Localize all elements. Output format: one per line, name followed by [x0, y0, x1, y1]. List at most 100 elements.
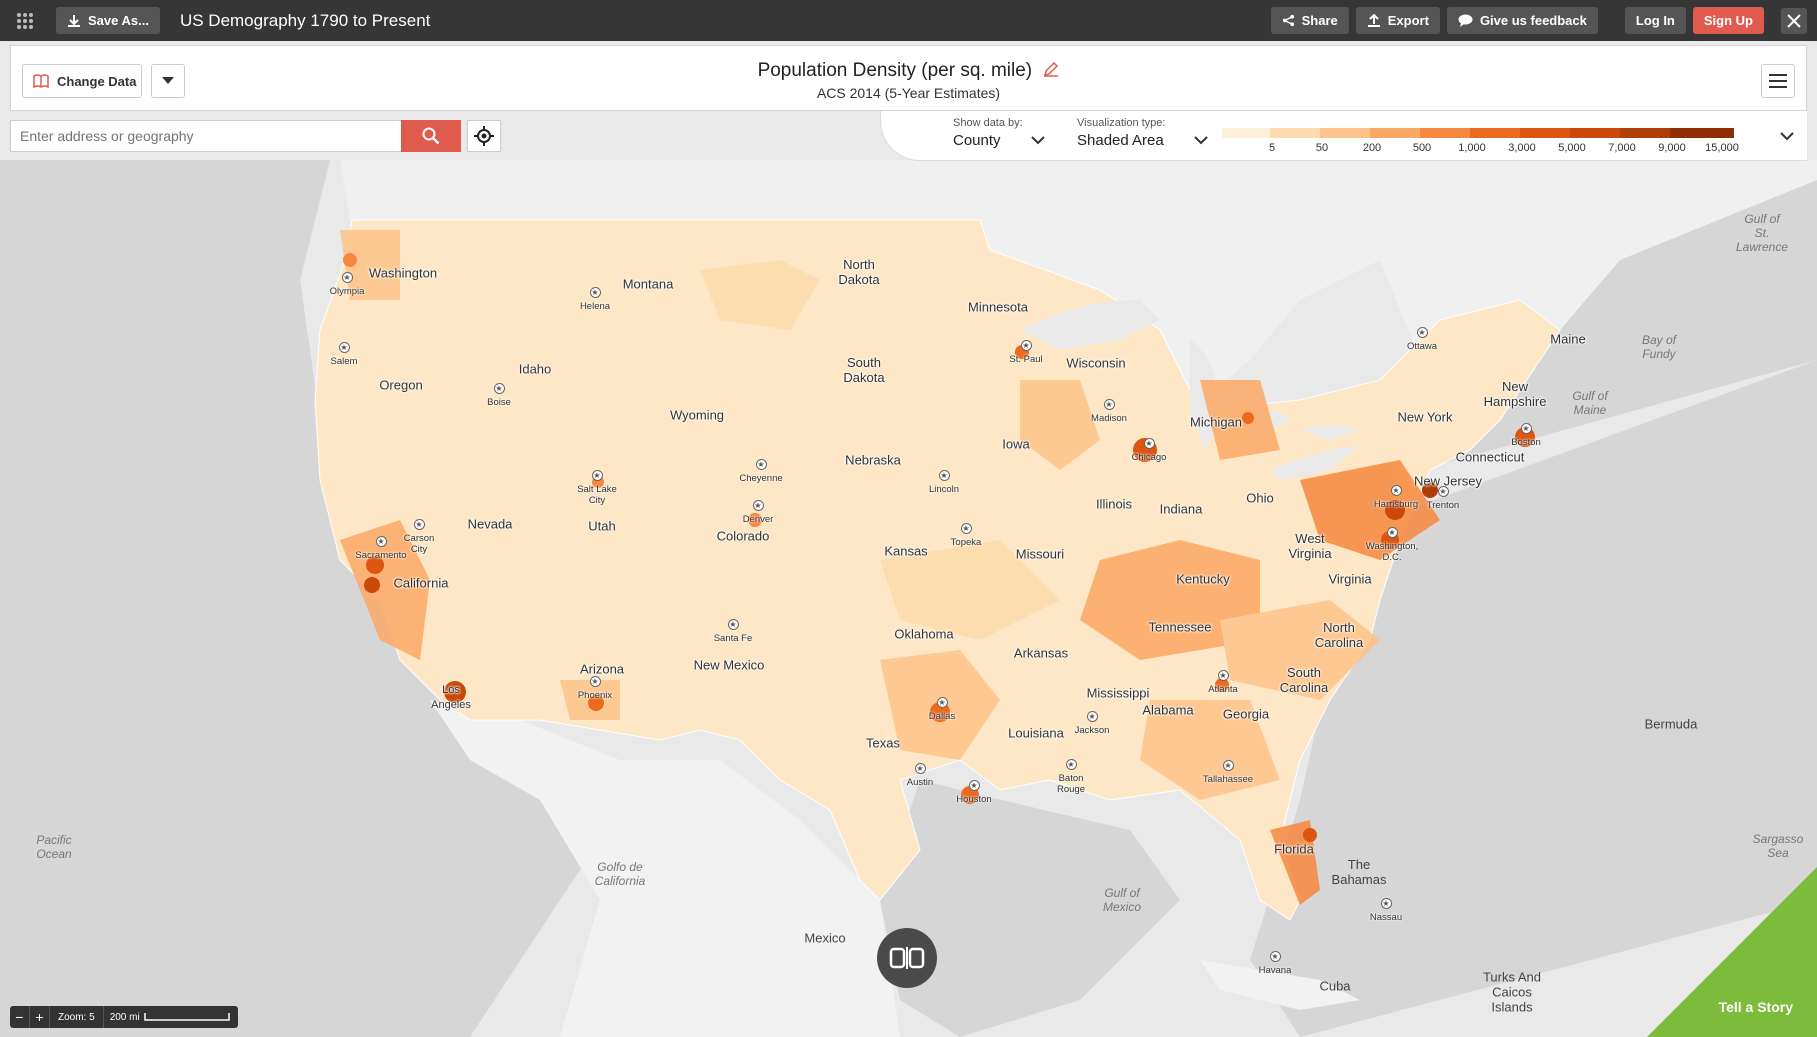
state-label: North Carolina — [1314, 620, 1364, 650]
city-name: Trenton — [1426, 500, 1460, 511]
city-label: Nassau — [1356, 898, 1416, 923]
city-name: Atlanta — [1208, 684, 1238, 695]
density-legend[interactable]: 5 50 200 500 1,000 3,000 5,000 7,000 9,000 15,000 — [1222, 128, 1739, 158]
city-label: Sacramento — [351, 536, 411, 561]
zoom-level: Zoom: 5 — [50, 1006, 104, 1028]
capital-star-icon — [338, 342, 350, 353]
show-data-by-label: Show data by: — [953, 117, 1023, 129]
feedback-button[interactable]: Give us feedback — [1446, 7, 1598, 34]
capital-star-icon — [591, 470, 603, 481]
map-subtitle: ACS 2014 (5-Year Estimates) — [816, 85, 1001, 101]
city-name: Salt Lake City — [577, 484, 617, 506]
city-label: Madison — [1079, 399, 1139, 424]
hamburger-menu-button[interactable] — [1761, 64, 1795, 98]
address-search-input[interactable] — [10, 120, 401, 152]
login-button[interactable]: Log In — [1624, 7, 1686, 34]
state-label: Wyoming — [669, 407, 725, 423]
city-name: Nassau — [1369, 912, 1403, 923]
login-label: Log In — [1635, 13, 1675, 28]
city-label: Tallahassee — [1198, 760, 1258, 785]
swipe-compare-button[interactable] — [877, 928, 937, 988]
legend-tick-label: 200 — [1362, 142, 1382, 154]
save-as-button[interactable]: Save As... — [56, 7, 160, 34]
legend-tick-label: 5 — [1268, 142, 1276, 154]
share-button[interactable]: Share — [1270, 7, 1349, 34]
city-name: Boise — [487, 397, 511, 408]
state-label: Louisiana — [1008, 725, 1064, 741]
city-label: Helena — [565, 287, 625, 312]
legend-swatch — [1420, 128, 1470, 138]
state-label: Montana — [622, 276, 674, 292]
legend-swatch — [1620, 128, 1670, 138]
tell-a-story-label[interactable]: Tell a Story — [1719, 999, 1793, 1015]
close-icon[interactable] — [1781, 7, 1807, 34]
country-label: Mexico — [804, 930, 846, 946]
legend-swatch — [1570, 128, 1620, 138]
state-label: West Virginia — [1288, 531, 1332, 561]
capital-star-icon — [1103, 399, 1115, 410]
capital-star-icon — [413, 519, 425, 530]
capital-star-icon — [1217, 670, 1229, 681]
state-label: Tennessee — [1148, 619, 1212, 635]
visualization-type-value: Shaded Area — [1077, 132, 1164, 149]
state-label: California — [393, 575, 449, 591]
city-name: Houston — [956, 794, 992, 805]
apps-grid-icon[interactable] — [0, 0, 50, 41]
share-label: Share — [1301, 13, 1338, 28]
scale-bar — [143, 1013, 230, 1021]
crosshair-icon — [474, 126, 494, 146]
city-label: Salem — [314, 342, 374, 367]
city-name: Jackson — [1074, 725, 1110, 736]
show-data-by-select[interactable]: Show data by: County — [953, 117, 1045, 149]
map-scale: 200 mi — [104, 1012, 236, 1023]
capital-star-icon — [1020, 340, 1032, 351]
state-label: Ohio — [1246, 490, 1274, 506]
city-name: Tallahassee — [1202, 774, 1254, 785]
major-city-label: Los Angeles — [431, 684, 471, 711]
visualization-type-select[interactable]: Visualization type: Shaded Area — [1077, 117, 1208, 149]
legend-expand-chevron-icon[interactable] — [1780, 128, 1794, 146]
capital-star-icon — [1437, 486, 1449, 497]
city-name: Ottawa — [1406, 341, 1438, 352]
water-body-label: Gulf of Mexico — [1102, 886, 1142, 914]
top-bar: Save As... US Demography 1790 to Present… — [0, 0, 1817, 41]
visualization-type-label: Visualization type: — [1077, 117, 1166, 129]
zoom-out-button[interactable]: − — [10, 1006, 30, 1028]
state-label: Alabama — [1142, 702, 1194, 718]
legend-swatch — [1470, 128, 1520, 138]
state-label: South Carolina — [1279, 665, 1329, 695]
search-icon — [422, 127, 440, 145]
state-label: South Dakota — [843, 355, 885, 385]
hamburger-icon — [1769, 74, 1787, 88]
pencil-edit-icon[interactable] — [1043, 61, 1059, 77]
signup-button[interactable]: Sign Up — [1692, 7, 1764, 34]
city-label: Washington,D.C. — [1362, 527, 1422, 563]
city-label: Boise — [469, 383, 529, 408]
zoom-in-button[interactable]: + — [30, 1006, 50, 1028]
legend-tick-label: 7,000 — [1608, 142, 1636, 154]
city-name: Havana — [1258, 965, 1292, 976]
state-label: Kentucky — [1176, 571, 1230, 587]
export-button[interactable]: Export — [1355, 7, 1440, 34]
country-label: Cuba — [1319, 978, 1351, 994]
capital-star-icon — [1416, 327, 1428, 338]
search-button[interactable] — [401, 120, 461, 152]
locate-button[interactable] — [467, 120, 501, 152]
city-label: Atlanta — [1193, 670, 1253, 695]
city-name: Cheyenne — [739, 473, 783, 484]
city-label: Jackson — [1062, 711, 1122, 736]
city-name: Phoenix — [577, 690, 613, 701]
state-label: Kansas — [884, 543, 928, 559]
speech-bubble-icon — [1458, 14, 1473, 27]
legend-swatch — [1370, 128, 1420, 138]
zoom-control-bar: − + Zoom: 5 200 mi — [10, 1006, 238, 1028]
city-label: Ottawa — [1392, 327, 1452, 352]
map-header-panel: Change Data Population Density (per sq. … — [10, 45, 1807, 111]
city-name: St. Paul — [1009, 354, 1043, 365]
state-label: Oregon — [379, 377, 423, 393]
capital-star-icon — [493, 383, 505, 394]
water-body-label: Sargasso Sea — [1752, 832, 1804, 860]
capital-star-icon — [1269, 951, 1281, 962]
water-body-label: Gulf of St. Lawrence — [1735, 212, 1789, 254]
signup-label: Sign Up — [1703, 13, 1753, 28]
